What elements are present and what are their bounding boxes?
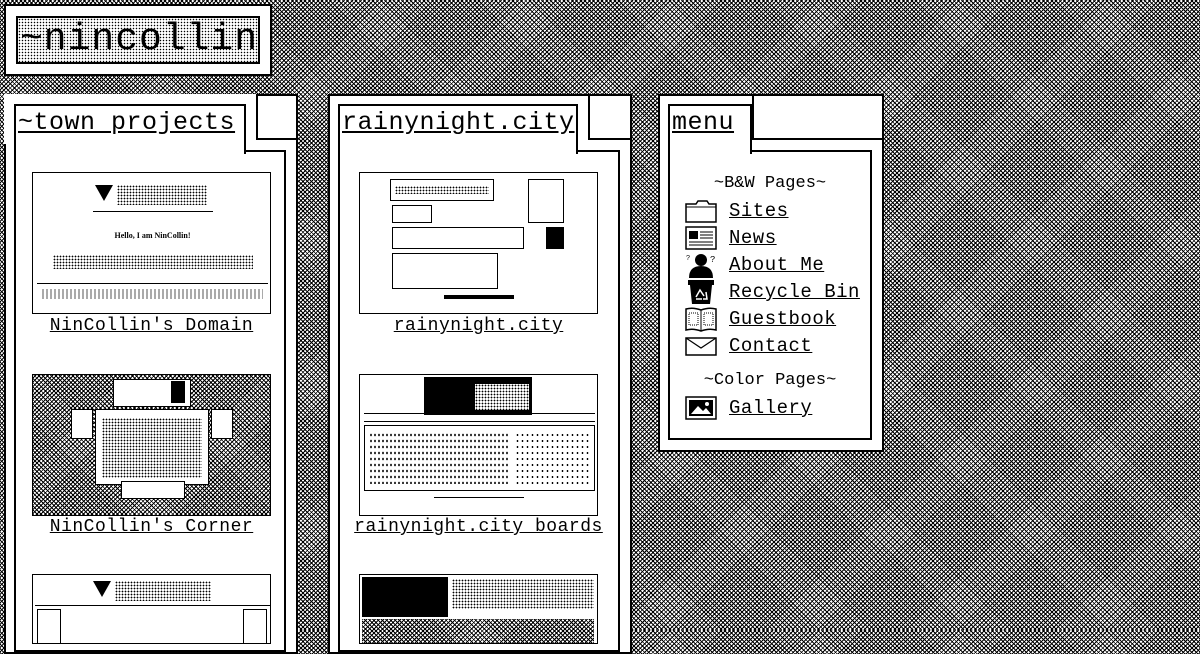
person-icon: ? ?	[686, 254, 715, 278]
guestbook-icon	[685, 307, 717, 332]
domain-logo-triangle-icon	[93, 581, 111, 597]
newspaper-icon	[685, 226, 717, 250]
nincollins-corner-thumbnail[interactable]	[32, 374, 271, 516]
site-logo-box: ~nincollin	[4, 4, 272, 76]
menu-item-label: About Me	[729, 254, 825, 276]
domain-logo-triangle-icon	[95, 185, 113, 201]
envelope-icon	[685, 337, 717, 356]
bw-pages-heading: ~B&W Pages~	[713, 174, 827, 193]
menu-item-label: Sites	[729, 200, 789, 222]
rainynight-thumbnail-3[interactable]	[359, 574, 598, 644]
nincollins-domain-thumbnail[interactable]: Hello, I am NinCollin!	[32, 172, 271, 314]
menu-item-news[interactable]: News	[685, 225, 875, 251]
menu-item-recycle-bin[interactable]: Recycle Bin	[685, 279, 875, 305]
rainynight-boards-link[interactable]: rainynight.city boards	[347, 517, 610, 537]
menu-item-sites[interactable]: Sites	[685, 198, 875, 224]
menu-item-label: Contact	[729, 335, 813, 357]
domain-thumb-heading: Hello, I am NinCollin!	[114, 231, 191, 240]
town-projects-title[interactable]: ~town projects	[18, 108, 235, 137]
menu-item-contact[interactable]: Contact	[685, 333, 875, 359]
menu-item-label: Gallery	[729, 397, 813, 419]
menu-title[interactable]: menu	[672, 108, 734, 137]
folder-icon	[685, 200, 717, 223]
picture-icon	[685, 396, 717, 420]
recycle-bin-icon	[688, 280, 714, 304]
menu-item-guestbook[interactable]: Guestbook	[685, 306, 875, 332]
town-project-thumbnail-3[interactable]	[32, 574, 271, 644]
site-logo-text[interactable]: ~nincollin	[20, 20, 258, 60]
site-logo-inner: ~nincollin	[16, 16, 260, 64]
svg-text:?: ?	[710, 255, 715, 265]
nincollins-domain-link[interactable]: NinCollin's Domain	[32, 316, 271, 336]
color-pages-heading: ~Color Pages~	[703, 371, 837, 390]
menu-item-label: Guestbook	[729, 308, 837, 330]
rainynight-city-link[interactable]: rainynight.city	[359, 316, 598, 336]
menu-item-gallery[interactable]: Gallery	[685, 395, 875, 421]
menu-item-about-me[interactable]: ? ? About Me	[685, 252, 875, 278]
rainynight-boards-thumbnail[interactable]	[359, 374, 598, 516]
menu-item-label: Recycle Bin	[729, 281, 860, 303]
rainynight-city-thumbnail[interactable]	[359, 172, 598, 314]
rainynight-title[interactable]: rainynight.city	[342, 108, 575, 137]
menu-item-label: News	[729, 227, 777, 249]
svg-text:?: ?	[686, 255, 690, 263]
nincollins-corner-link[interactable]: NinCollin's Corner	[32, 517, 271, 537]
